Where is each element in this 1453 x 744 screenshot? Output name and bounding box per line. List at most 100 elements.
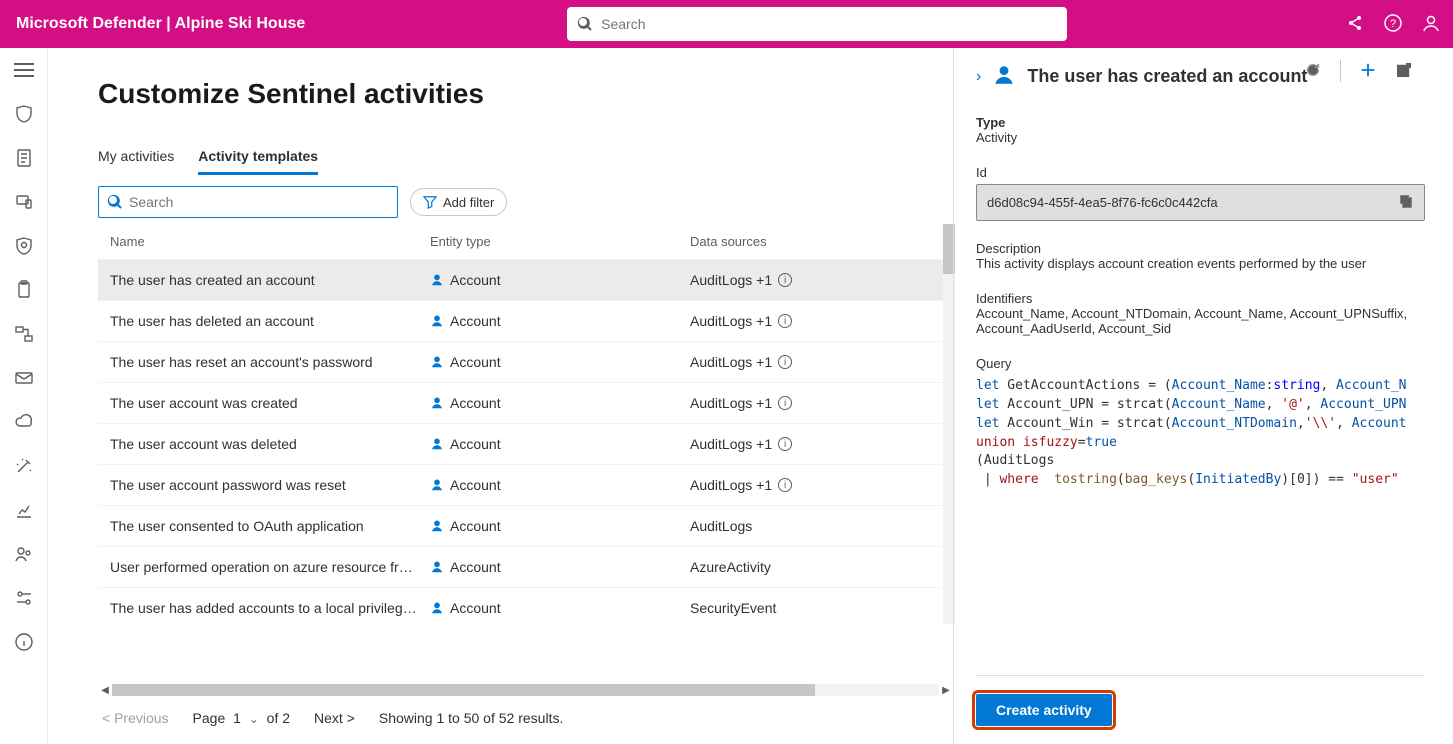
tab-my-activities[interactable]: My activities bbox=[98, 140, 174, 175]
table-row[interactable]: User performed operation on azure resour… bbox=[98, 546, 953, 587]
chevron-down-icon[interactable]: ⌄ bbox=[249, 712, 259, 726]
list-search[interactable] bbox=[98, 186, 398, 218]
create-activity-button[interactable]: Create activity bbox=[976, 694, 1112, 726]
row-sources: SecurityEvent bbox=[690, 600, 941, 616]
tab-activity-templates[interactable]: Activity templates bbox=[198, 140, 318, 175]
person-icon bbox=[430, 560, 444, 574]
table-row[interactable]: The user account was createdAccountAudit… bbox=[98, 382, 953, 423]
shield-check-icon[interactable] bbox=[14, 236, 34, 256]
info-icon[interactable]: i bbox=[778, 437, 792, 451]
tabs: My activities Activity templates bbox=[98, 140, 953, 176]
identifiers-label: Identifiers bbox=[976, 291, 1425, 306]
col-entity[interactable]: Entity type bbox=[430, 234, 690, 249]
add-filter-button[interactable]: Add filter bbox=[410, 188, 507, 216]
id-value: d6d08c94-455f-4ea5-8f76-fc6c0c442cfa bbox=[987, 195, 1218, 210]
info-icon[interactable] bbox=[14, 632, 34, 652]
mail-icon[interactable] bbox=[14, 368, 34, 388]
row-entity: Account bbox=[430, 436, 690, 452]
add-filter-label: Add filter bbox=[443, 195, 494, 210]
row-sources: AuditLogs +1i bbox=[690, 272, 941, 288]
person-icon bbox=[993, 64, 1015, 89]
clipboard-icon[interactable] bbox=[14, 280, 34, 300]
row-entity: Account bbox=[430, 272, 690, 288]
row-name: The user has deleted an account bbox=[110, 313, 430, 329]
left-nav-rail bbox=[0, 48, 48, 744]
chart-icon[interactable] bbox=[14, 500, 34, 520]
table-row[interactable]: The user account password was resetAccou… bbox=[98, 464, 953, 505]
col-sources[interactable]: Data sources bbox=[690, 234, 941, 249]
info-icon[interactable]: i bbox=[778, 396, 792, 410]
description-value: This activity displays account creation … bbox=[976, 256, 1425, 271]
chevron-right-icon[interactable]: › bbox=[976, 68, 981, 86]
list-search-input[interactable] bbox=[129, 194, 389, 210]
row-name: User performed operation on azure resour… bbox=[110, 559, 430, 575]
type-label: Type bbox=[976, 115, 1425, 130]
identifiers-value: Account_Name, Account_NTDomain, Account_… bbox=[976, 306, 1425, 336]
main-content: Customize Sentinel activities My activit… bbox=[48, 48, 953, 744]
svg-text:?: ? bbox=[1390, 18, 1396, 30]
table-row[interactable]: The user has deleted an accountAccountAu… bbox=[98, 300, 953, 341]
list-toolbar: Add filter bbox=[98, 186, 953, 218]
row-entity: Account bbox=[430, 313, 690, 329]
row-sources: AuditLogs +1i bbox=[690, 436, 941, 452]
detail-footer: Create activity bbox=[976, 675, 1425, 744]
info-icon[interactable]: i bbox=[778, 273, 792, 287]
table-row[interactable]: The user has reset an account's password… bbox=[98, 341, 953, 382]
row-entity: Account bbox=[430, 395, 690, 411]
person-icon bbox=[430, 601, 444, 615]
page-title: Customize Sentinel activities bbox=[98, 78, 953, 110]
info-icon[interactable]: i bbox=[778, 314, 792, 328]
row-sources: AuditLogs +1i bbox=[690, 313, 941, 329]
person-icon bbox=[430, 273, 444, 287]
info-icon[interactable]: i bbox=[778, 355, 792, 369]
pager-previous[interactable]: < Previous bbox=[102, 710, 169, 726]
wand-icon[interactable] bbox=[14, 456, 34, 476]
row-name: The user has created an account bbox=[110, 272, 430, 288]
hamburger-icon[interactable] bbox=[14, 60, 34, 80]
col-name[interactable]: Name bbox=[110, 234, 430, 249]
row-entity: Account bbox=[430, 477, 690, 493]
connect-icon[interactable] bbox=[14, 324, 34, 344]
document-icon[interactable] bbox=[14, 148, 34, 168]
row-entity: Account bbox=[430, 600, 690, 616]
devices-icon[interactable] bbox=[14, 192, 34, 212]
table-row[interactable]: The user account was deletedAccountAudit… bbox=[98, 423, 953, 464]
search-icon bbox=[107, 194, 123, 210]
description-label: Description bbox=[976, 241, 1425, 256]
id-label: Id bbox=[976, 165, 1425, 180]
table-row[interactable]: The user has added accounts to a local p… bbox=[98, 587, 953, 628]
table-header: Name Entity type Data sources bbox=[98, 224, 953, 259]
id-field[interactable]: d6d08c94-455f-4ea5-8f76-fc6c0c442cfa bbox=[976, 184, 1425, 221]
info-icon[interactable]: i bbox=[778, 478, 792, 492]
person-icon bbox=[430, 314, 444, 328]
global-search-wrapper bbox=[305, 7, 1329, 41]
pager-next[interactable]: Next > bbox=[314, 710, 355, 726]
table-row[interactable]: The user has created an accountAccountAu… bbox=[98, 259, 953, 300]
account-icon[interactable] bbox=[1421, 13, 1441, 36]
horizontal-scrollbar[interactable]: ◀ ▶ bbox=[98, 682, 953, 698]
query-label: Query bbox=[976, 356, 1425, 371]
search-icon bbox=[577, 16, 593, 32]
copy-icon[interactable] bbox=[1398, 193, 1414, 212]
pager-showing: Showing 1 to 50 of 52 results. bbox=[379, 710, 563, 726]
person-icon bbox=[430, 478, 444, 492]
detail-header: › The user has created an account bbox=[976, 64, 1425, 89]
row-entity: Account bbox=[430, 559, 690, 575]
share-icon[interactable] bbox=[1345, 13, 1365, 36]
cloud-icon[interactable] bbox=[14, 412, 34, 432]
table-row[interactable]: The user consented to OAuth applicationA… bbox=[98, 505, 953, 546]
shield-icon[interactable] bbox=[14, 104, 34, 124]
global-search[interactable] bbox=[567, 7, 1067, 41]
app-title: Microsoft Defender | Alpine Ski House bbox=[16, 15, 305, 33]
detail-title: The user has created an account bbox=[1027, 66, 1307, 87]
settings-icon[interactable] bbox=[14, 588, 34, 608]
filter-icon bbox=[423, 195, 437, 209]
row-name: The user account password was reset bbox=[110, 477, 430, 493]
global-search-input[interactable] bbox=[601, 16, 1057, 32]
person-icon bbox=[430, 437, 444, 451]
person-icon bbox=[430, 396, 444, 410]
people-icon[interactable] bbox=[14, 544, 34, 564]
query-code: let GetAccountActions = (Account_Name:st… bbox=[976, 377, 1425, 490]
row-sources: AuditLogs +1i bbox=[690, 395, 941, 411]
help-icon[interactable]: ? bbox=[1383, 13, 1403, 36]
